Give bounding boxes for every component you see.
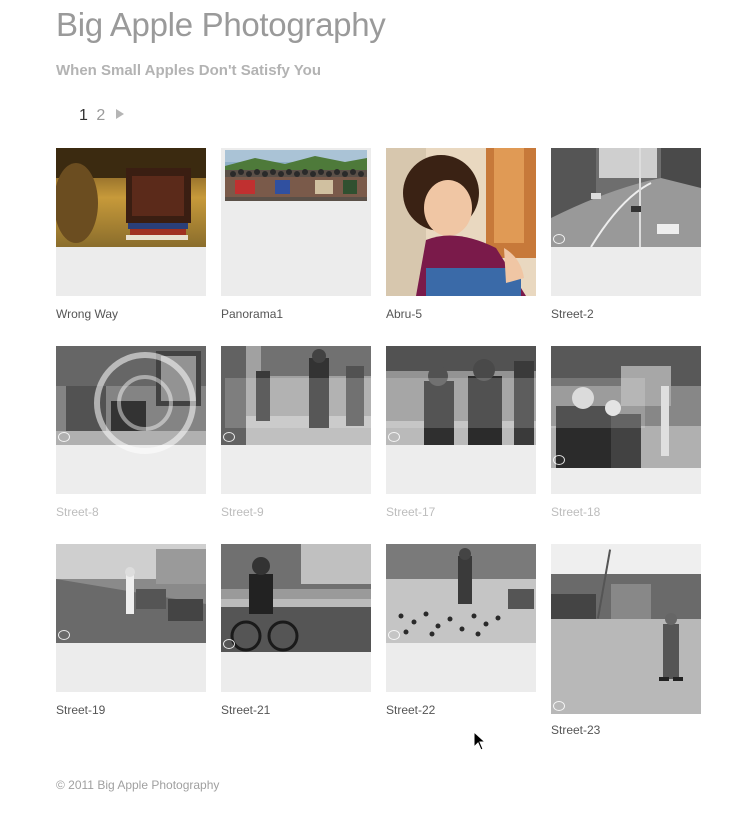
photo-caption[interactable]: Street-18: [551, 505, 600, 519]
watermark-icon: [58, 432, 70, 442]
photo-thumbnail[interactable]: [56, 544, 206, 643]
gallery-item-street-2[interactable]: Street-2: [551, 148, 701, 321]
photo-thumbnail[interactable]: [225, 150, 367, 201]
photo-thumbnail[interactable]: [56, 346, 206, 445]
gallery-item-street-9[interactable]: Street-9: [221, 346, 371, 519]
photo-thumbnail[interactable]: [551, 346, 701, 468]
page-current: 1: [79, 107, 88, 124]
site-tagline: When Small Apples Don't Satisfy You: [56, 62, 321, 79]
photo-caption[interactable]: Street-21: [221, 703, 270, 717]
photo-caption[interactable]: Street-17: [386, 505, 435, 519]
gallery-item-street-23[interactable]: Street-23: [551, 544, 701, 737]
photo-thumbnail[interactable]: [221, 544, 371, 652]
photo-caption[interactable]: Street-19: [56, 703, 105, 717]
photo-thumbnail[interactable]: [386, 544, 536, 643]
gallery-item-street-8[interactable]: Street-8: [56, 346, 206, 519]
photo-thumbnail[interactable]: [551, 544, 701, 714]
gallery-item-wrong-way[interactable]: Wrong Way: [56, 148, 206, 321]
photo-thumbnail[interactable]: [386, 148, 536, 296]
gallery-item-panorama1[interactable]: Panorama1: [221, 148, 371, 321]
photo-caption[interactable]: Panorama1: [221, 307, 283, 321]
watermark-icon: [553, 701, 565, 711]
watermark-icon: [553, 234, 565, 244]
photo-thumbnail[interactable]: [386, 346, 536, 445]
gallery-item-street-22[interactable]: Street-22: [386, 544, 536, 717]
photo-frame: [386, 148, 536, 296]
gallery-item-street-17[interactable]: Street-17: [386, 346, 536, 519]
photo-caption[interactable]: Street-8: [56, 505, 99, 519]
footer-copyright: © 2011 Big Apple Photography: [56, 778, 220, 792]
watermark-icon: [388, 432, 400, 442]
photo-frame: [386, 544, 536, 692]
next-arrow-icon[interactable]: [115, 108, 124, 119]
page-link-2[interactable]: 2: [96, 107, 105, 124]
watermark-icon: [553, 455, 565, 465]
photo-frame: [56, 346, 206, 494]
gallery-item-abru-5[interactable]: Abru-5: [386, 148, 536, 321]
photo-frame: [221, 346, 371, 494]
gallery-item-street-18[interactable]: Street-18: [551, 346, 701, 519]
watermark-icon: [58, 630, 70, 640]
photo-caption[interactable]: Street-22: [386, 703, 435, 717]
photo-thumbnail[interactable]: [56, 148, 206, 247]
photo-thumbnail[interactable]: [551, 148, 701, 247]
gallery-item-street-21[interactable]: Street-21: [221, 544, 371, 717]
photo-frame: [221, 544, 371, 692]
gallery-item-street-19[interactable]: Street-19: [56, 544, 206, 717]
photo-frame: [56, 148, 206, 296]
site-title[interactable]: Big Apple Photography: [56, 6, 386, 44]
photo-frame: [221, 148, 371, 296]
photo-frame: [551, 544, 701, 714]
photo-frame: [551, 148, 701, 296]
photo-caption[interactable]: Abru-5: [386, 307, 422, 321]
photo-frame: [386, 346, 536, 494]
photo-thumbnail[interactable]: [221, 346, 371, 445]
photo-caption[interactable]: Street-23: [551, 723, 600, 737]
watermark-icon: [223, 639, 235, 649]
photo-frame: [551, 346, 701, 494]
photo-caption[interactable]: Wrong Way: [56, 307, 118, 321]
watermark-icon: [223, 432, 235, 442]
photo-caption[interactable]: Street-9: [221, 505, 264, 519]
photo-frame: [56, 544, 206, 692]
watermark-icon: [388, 630, 400, 640]
mouse-cursor-icon: [473, 731, 487, 751]
pagination: 1 2: [79, 107, 124, 125]
photo-caption[interactable]: Street-2: [551, 307, 594, 321]
